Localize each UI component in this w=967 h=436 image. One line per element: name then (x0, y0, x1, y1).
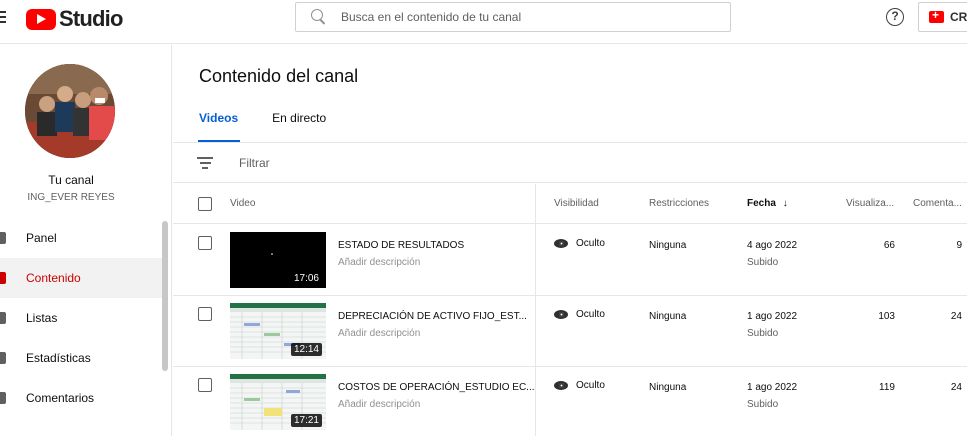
video-title[interactable]: COSTOS DE OPERACIÓN_ESTUDIO EC... (338, 382, 535, 393)
date-value: 1 ago 2022 (747, 382, 798, 393)
visibility-value: Oculto (576, 238, 605, 249)
visibility-selector[interactable]: Oculto (554, 380, 605, 391)
create-video-icon (929, 8, 944, 23)
filter-bar[interactable]: Filtrar (173, 143, 967, 183)
sidebar-item-contenido[interactable]: Contenido (0, 258, 165, 298)
column-visibility[interactable]: Visibilidad (554, 198, 599, 209)
sort-down-arrow-icon: ↓ (782, 198, 788, 209)
eye-icon (554, 239, 568, 248)
content-tabs: Videos En directo (197, 111, 360, 143)
column-comments[interactable]: Comenta... (913, 198, 962, 209)
avatar-photo (25, 64, 115, 158)
sidebar-item-label: Listas (26, 311, 58, 325)
menu-icon[interactable] (0, 11, 8, 25)
sidebar-nav: Panel Contenido Listas Estadísticas Come… (0, 218, 165, 418)
video-thumbnail[interactable]: 12:14 (230, 303, 326, 359)
comments-count: 24 (950, 311, 962, 322)
views-count: 103 (878, 311, 895, 322)
table-row[interactable]: 17:06 ESTADO DE RESULTADOS Añadir descri… (173, 225, 967, 296)
views-count: 66 (883, 240, 895, 251)
column-date[interactable]: Fecha ↓ (747, 198, 788, 209)
search-box[interactable] (295, 2, 731, 32)
sidebar-item-panel[interactable]: Panel (0, 218, 165, 258)
video-duration: 12:14 (290, 343, 322, 356)
search-icon (311, 9, 327, 25)
date-value: 4 ago 2022 (747, 240, 798, 251)
create-button[interactable]: CRE (918, 2, 967, 32)
channel-name: ING_EVER REYES (27, 192, 115, 203)
row-checkbox[interactable] (198, 236, 212, 250)
eye-icon (554, 310, 568, 319)
top-bar: Studio ? CRE (0, 0, 967, 44)
page-title: Contenido del canal (199, 66, 359, 86)
sidebar-item-label: Comentarios (26, 391, 95, 405)
row-checkbox[interactable] (198, 307, 212, 321)
sidebar: Tu canal ING_EVER REYES Panel Contenido … (0, 45, 172, 436)
analytics-icon (0, 352, 6, 364)
playlists-icon (0, 312, 6, 324)
visibility-selector[interactable]: Oculto (554, 238, 605, 249)
sidebar-item-label: Contenido (26, 271, 81, 285)
column-date-label: Fecha (747, 198, 776, 209)
youtube-play-icon (26, 8, 56, 30)
visibility-selector[interactable]: Oculto (554, 309, 605, 320)
video-thumbnail[interactable]: 17:21 (230, 374, 326, 430)
table-row[interactable]: 12:14 DEPRECIACIÓN DE ACTIVO FIJO_EST...… (173, 296, 967, 367)
create-button-label: CRE (950, 10, 967, 24)
help-icon[interactable]: ? (886, 8, 904, 26)
table-row[interactable]: 17:21 COSTOS DE OPERACIÓN_ESTUDIO EC... … (173, 367, 967, 436)
visibility-value: Oculto (576, 309, 605, 320)
restrictions-value: Ninguna (649, 382, 687, 393)
channel-avatar[interactable] (25, 64, 115, 158)
logo-text: Studio (59, 6, 123, 31)
comments-count: 24 (950, 382, 962, 393)
sidebar-item-comentarios[interactable]: Comentarios (0, 378, 165, 418)
main-content: Contenido del canal Videos En directo Fi… (173, 45, 967, 436)
date-status: Subido (747, 399, 779, 410)
video-description[interactable]: Añadir descripción (338, 257, 420, 268)
column-video: Video (230, 198, 256, 209)
search-input[interactable] (341, 10, 701, 24)
sidebar-item-listas[interactable]: Listas (0, 298, 165, 338)
sidebar-item-label: Estadísticas (26, 351, 91, 365)
sidebar-item-label: Panel (26, 231, 57, 245)
channel-title: Tu canal (48, 173, 94, 187)
video-description[interactable]: Añadir descripción (338, 399, 420, 410)
comments-icon (0, 392, 6, 404)
dashboard-icon (0, 232, 6, 244)
table-header: Video Visibilidad Restricciones Fecha ↓ … (173, 184, 967, 224)
sidebar-item-estadisticas[interactable]: Estadísticas (0, 338, 165, 378)
filter-icon[interactable] (197, 157, 213, 169)
visibility-value: Oculto (576, 380, 605, 391)
youtube-studio-logo[interactable]: Studio (26, 6, 123, 32)
video-thumbnail[interactable]: 17:06 (230, 232, 326, 288)
column-restrictions[interactable]: Restricciones (649, 198, 709, 209)
video-duration: 17:21 (290, 414, 322, 427)
comments-count: 9 (956, 240, 962, 251)
row-checkbox[interactable] (198, 378, 212, 392)
date-status: Subido (747, 257, 779, 268)
video-duration: 17:06 (290, 272, 322, 285)
column-views[interactable]: Visualiza... (846, 198, 894, 209)
tab-en-directo[interactable]: En directo (272, 111, 326, 143)
content-icon (0, 272, 6, 284)
select-all-checkbox[interactable] (198, 197, 212, 211)
restrictions-value: Ninguna (649, 240, 687, 251)
sidebar-scrollbar[interactable] (162, 221, 168, 371)
filter-input[interactable]: Filtrar (239, 156, 270, 170)
eye-icon (554, 381, 568, 390)
video-description[interactable]: Añadir descripción (338, 328, 420, 339)
date-status: Subido (747, 328, 779, 339)
restrictions-value: Ninguna (649, 311, 687, 322)
tab-videos[interactable]: Videos (197, 111, 241, 143)
video-title[interactable]: ESTADO DE RESULTADOS (338, 240, 464, 251)
video-title[interactable]: DEPRECIACIÓN DE ACTIVO FIJO_EST... (338, 311, 527, 322)
views-count: 119 (879, 382, 895, 393)
date-value: 1 ago 2022 (747, 311, 798, 322)
